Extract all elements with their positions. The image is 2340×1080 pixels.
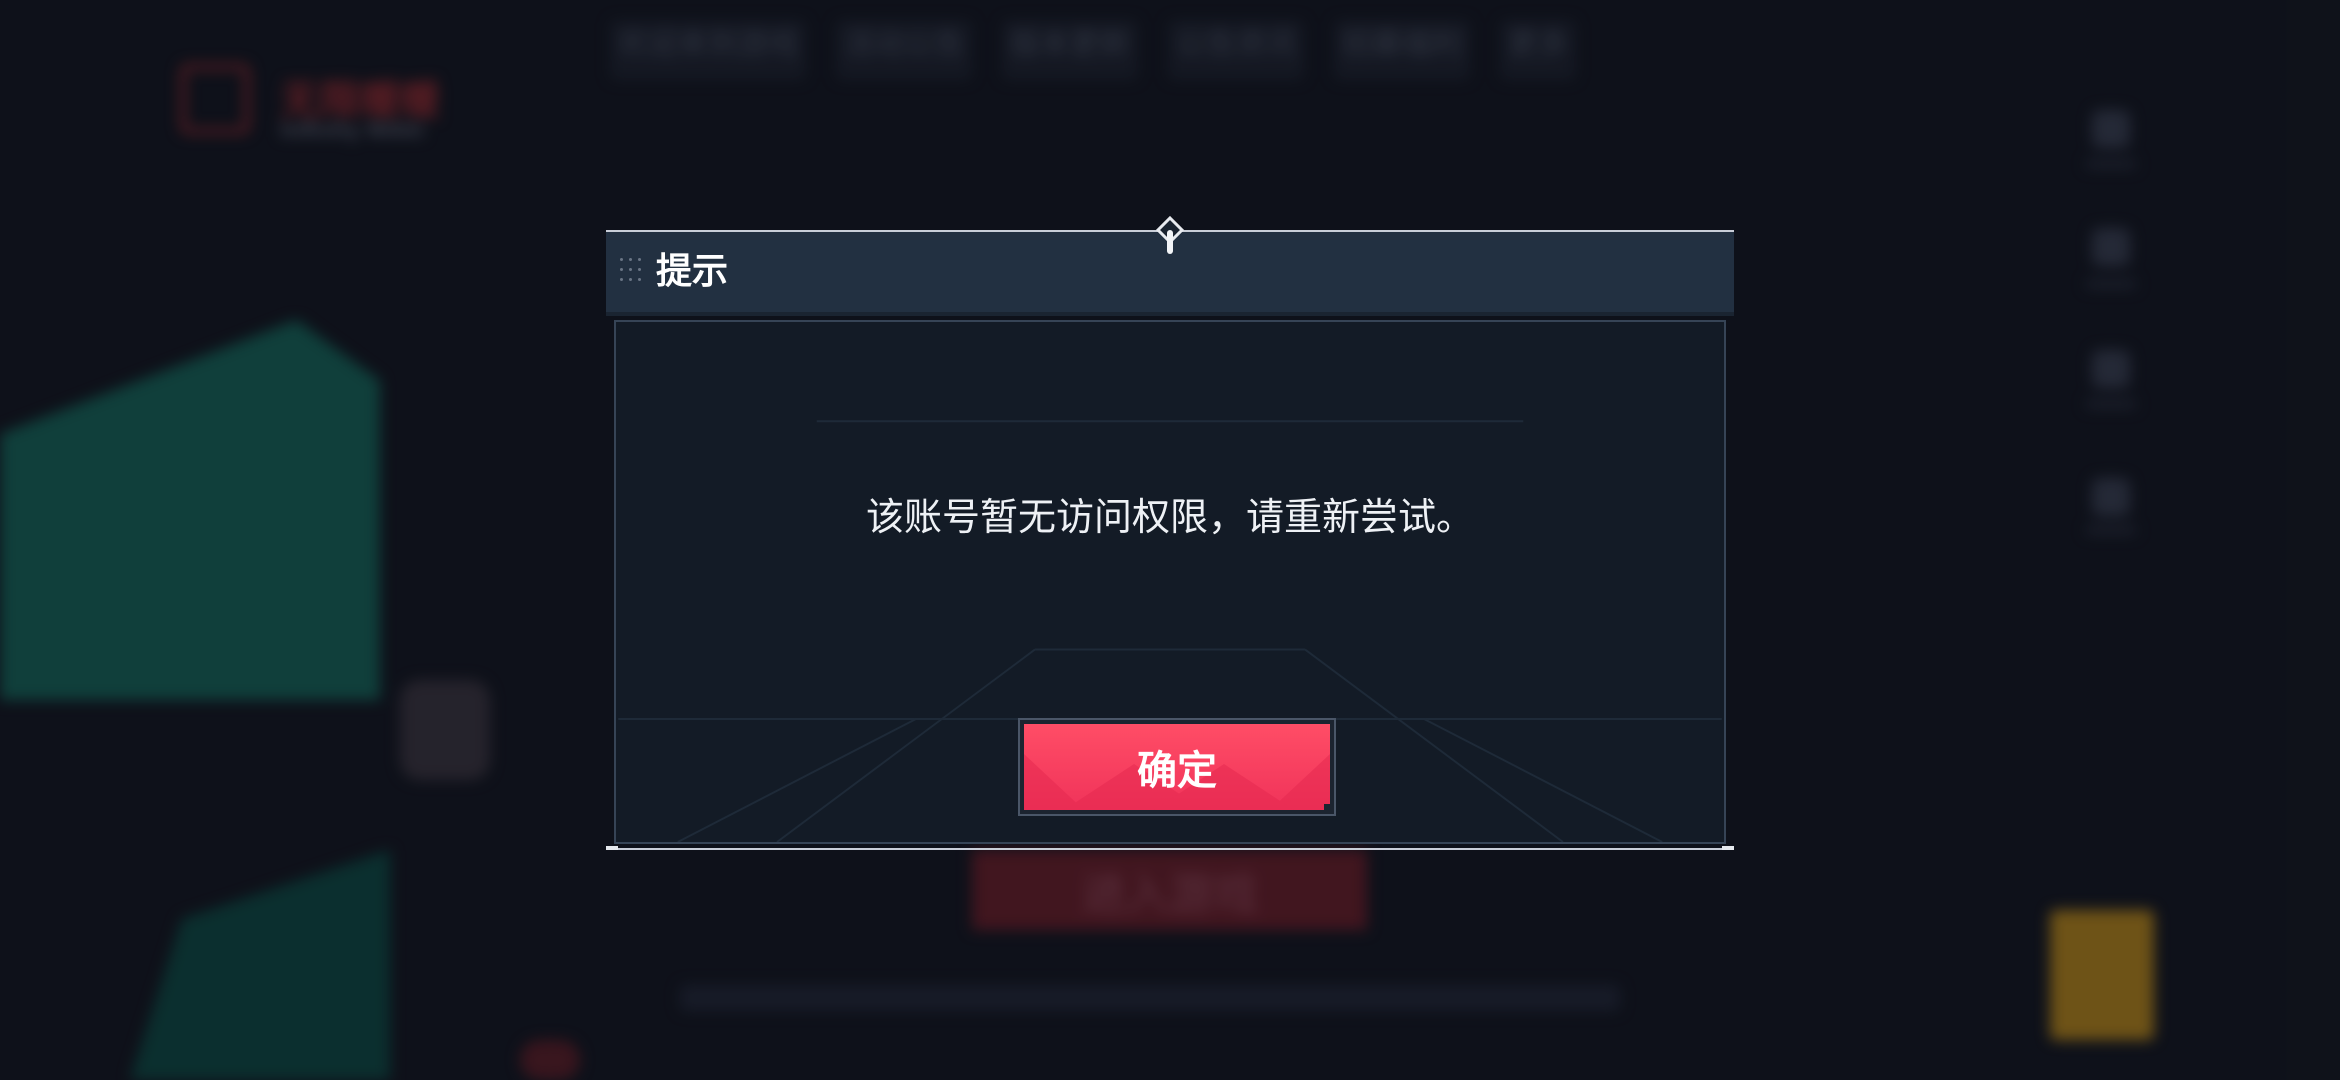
dialog-bottom-border <box>606 848 1734 850</box>
dialog-body: 该账号暂无访问权限，请重新尝试。 确定 <box>614 320 1726 844</box>
confirm-button-frame: 确定 <box>1018 718 1336 816</box>
confirm-button-label: 确定 <box>1137 748 1217 794</box>
confirm-corner-notch <box>1324 804 1332 812</box>
drag-handle-icon <box>620 258 646 288</box>
dialog-corner-right <box>1722 846 1734 850</box>
dialog-message: 该账号暂无访问权限，请重新尝试。 <box>865 495 1474 539</box>
confirm-button[interactable]: 确定 <box>1024 724 1330 810</box>
alert-dialog: 提示 该账号暂无访问权限，请重新尝试。 确定 <box>606 216 1734 852</box>
dialog-corner-left <box>606 846 618 850</box>
dialog-header-divider <box>606 312 1734 316</box>
dialog-title: 提示 <box>656 251 729 292</box>
pin-knob-icon <box>1155 216 1185 254</box>
